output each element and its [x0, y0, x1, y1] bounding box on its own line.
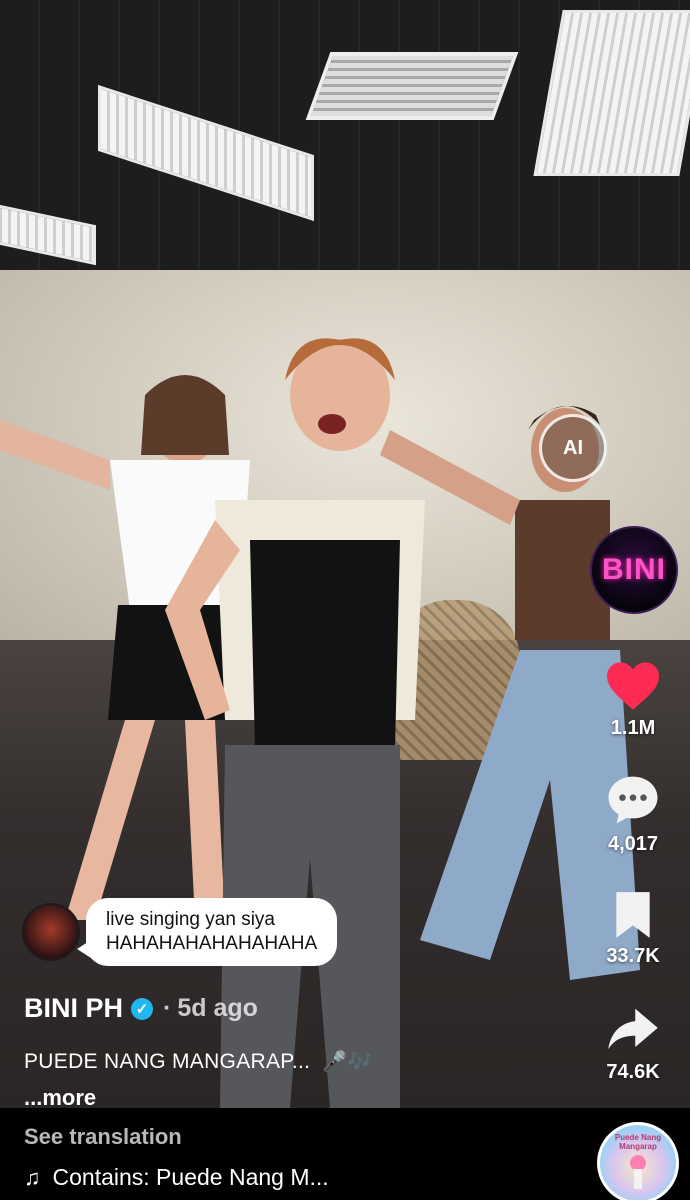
bottom-bar: See translation ♫ Contains: Puede Nang M…: [0, 1108, 690, 1200]
comment-text-line1: live singing yan siya: [106, 909, 275, 930]
caption-emoji: 🎤🎶: [322, 1051, 373, 1073]
bookmark-icon: [616, 892, 650, 938]
favorite-count: 33.7K: [606, 945, 660, 967]
share-arrow-icon: [608, 1008, 658, 1050]
like-button[interactable]: 1.1M: [590, 660, 676, 740]
favorite-button[interactable]: 33.7K: [590, 890, 676, 968]
share-count: 74.6K: [606, 1061, 660, 1083]
music-disc[interactable]: Puede Nang Mangarap: [597, 1122, 679, 1200]
comment-button[interactable]: 4,017: [590, 772, 676, 856]
caption[interactable]: PUEDE NANG MANGARAP... 🎤🎶: [24, 1049, 373, 1074]
comment-count: 4,017: [607, 833, 659, 855]
floating-comment[interactable]: live singing yan siya HAHAHAHAHAHAHAHA: [22, 898, 338, 966]
post-separator: ·: [163, 994, 172, 1022]
ai-label: AI: [563, 436, 583, 459]
author-name[interactable]: BINI PH: [24, 993, 123, 1024]
like-count: 1.1M: [610, 717, 656, 739]
caption-text: PUEDE NANG MANGARAP...: [24, 1050, 311, 1073]
ai-effect-button[interactable]: AI: [539, 414, 607, 482]
heart-icon: [607, 662, 659, 710]
share-button[interactable]: 74.6K: [590, 1002, 676, 1084]
disc-figure-icon: [630, 1155, 646, 1189]
author-row: BINI PH ✓ · 5d ago: [24, 993, 258, 1024]
comment-bubble-icon: [608, 776, 658, 824]
comment-text-line2: HAHAHAHAHAHAHAHA: [106, 933, 318, 954]
creator-avatar-button[interactable]: BINI: [590, 526, 678, 614]
see-translation-link[interactable]: See translation: [24, 1124, 182, 1150]
tiktok-video-screen: AI BINI 1.1M 4,017 33.7K 74.6K live sing…: [0, 0, 690, 1200]
comment-bubble: live singing yan siya HAHAHAHAHAHAHAHA: [76, 898, 338, 966]
music-note-icon: ♫: [24, 1164, 41, 1190]
commenter-avatar[interactable]: [22, 903, 80, 961]
dancer-center-top: [250, 540, 400, 750]
verified-badge-icon: ✓: [131, 997, 154, 1020]
post-time: 5d ago: [177, 994, 258, 1022]
creator-avatar-logo: BINI: [602, 553, 666, 586]
music-text: Contains: Puede Nang M...: [52, 1164, 329, 1190]
music-info[interactable]: ♫ Contains: Puede Nang M...: [24, 1164, 329, 1191]
